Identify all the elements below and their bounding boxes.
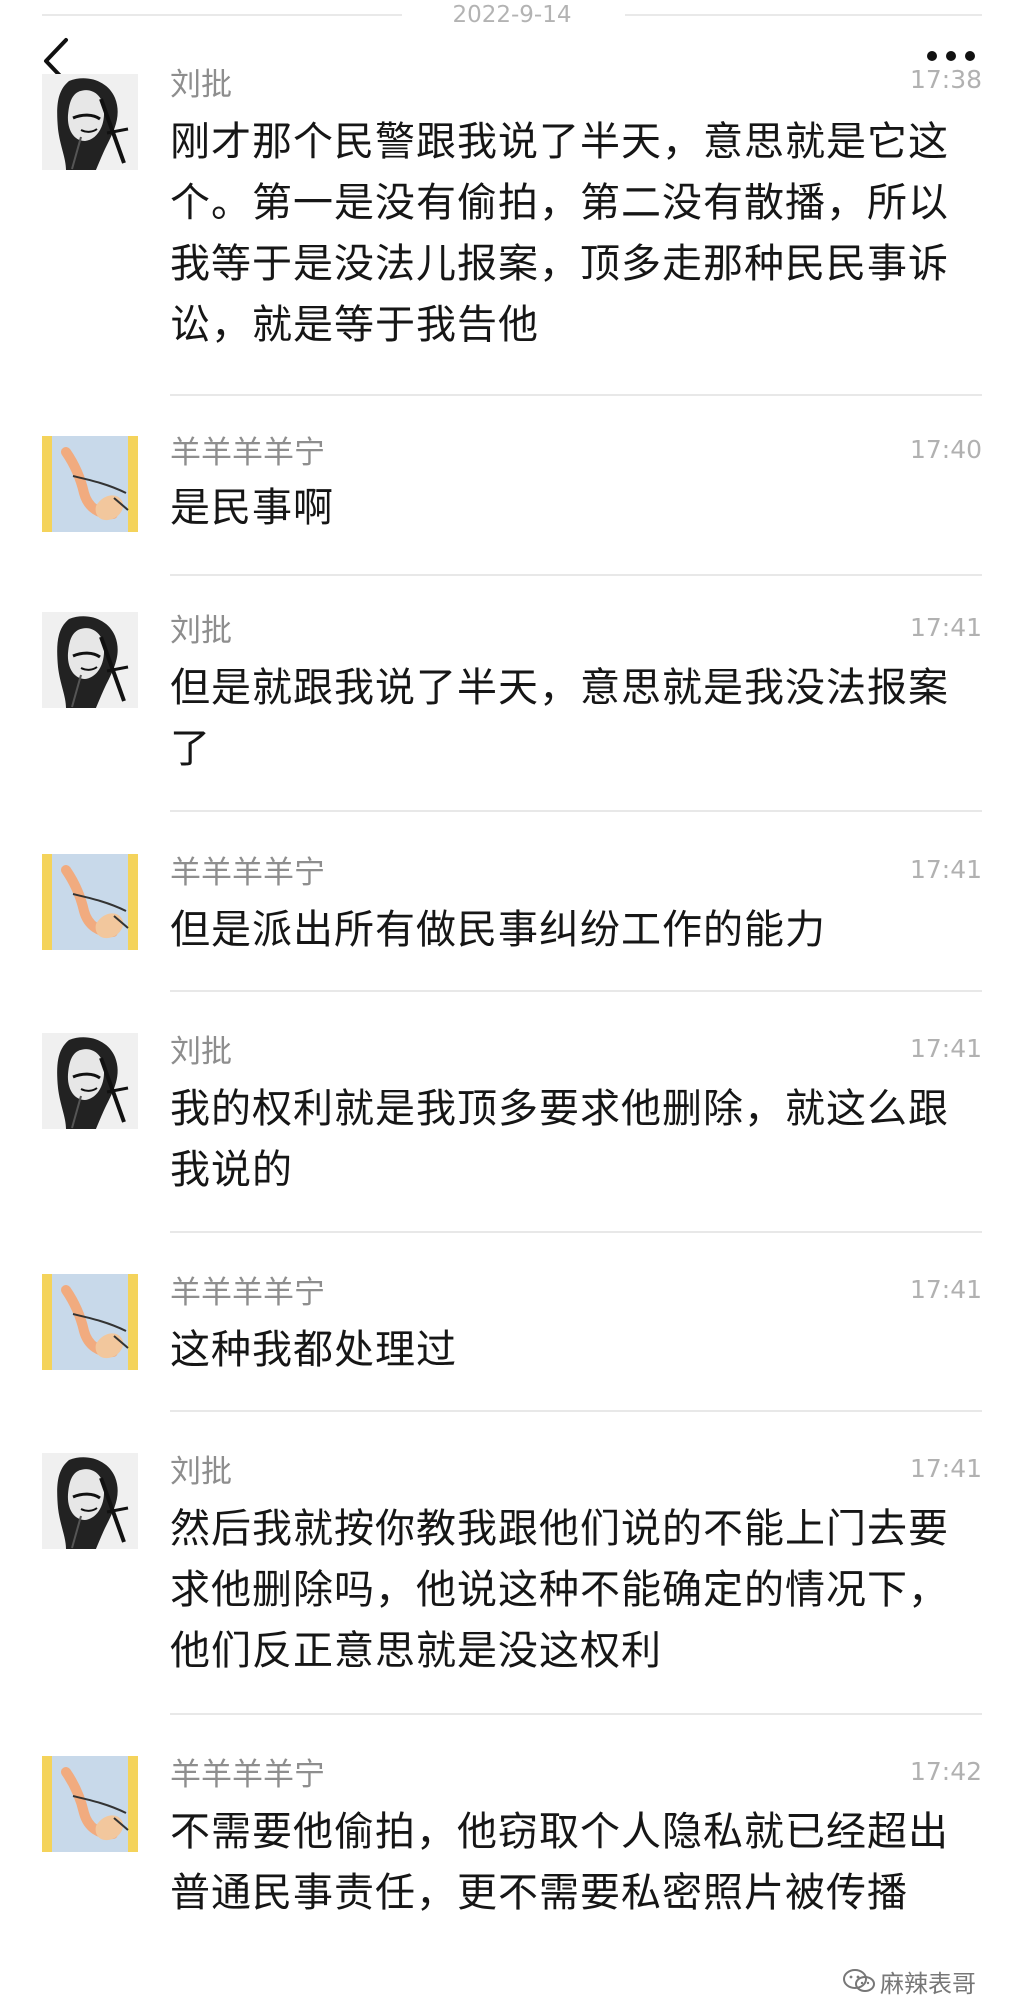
message-separator <box>170 1231 982 1233</box>
more-horizontal-icon <box>927 51 975 61</box>
message-time: 17:41 <box>909 1275 982 1304</box>
message-separator <box>170 810 982 812</box>
message-time: 17:41 <box>909 1454 982 1483</box>
wechat-watermark: 麻辣表哥 <box>842 1961 1002 2001</box>
chat-message: 羊羊羊羊宁 17:41 但是派出所有做民事纠纷工作的能力 <box>0 854 1024 1000</box>
message-separator <box>170 1410 982 1412</box>
chat-message: 刘批 17:41 然后我就按你教我跟他们说的不能上门去要求他删除吗，他说这种不能… <box>0 1453 1024 1723</box>
message-text: 但是派出所有做民事纠纷工作的能力 <box>170 907 826 953</box>
more-button[interactable] <box>924 46 978 66</box>
message-text: 我的权利就是我顶多要求他删除，就这么跟我说的 <box>170 1086 949 1193</box>
message-separator <box>170 574 982 576</box>
chat-message: 刘批 17:41 但是就跟我说了半天，意思就是我没法报案了 <box>0 612 1024 820</box>
message-text: 是民事啊 <box>170 485 334 531</box>
message-sender: 刘批 <box>170 67 232 103</box>
yangning-avatar[interactable] <box>42 854 138 950</box>
message-separator <box>170 990 982 992</box>
yangning-avatar[interactable] <box>42 1756 138 1852</box>
message-text: 这种我都处理过 <box>170 1327 457 1373</box>
date-label: 2022-9-14 <box>452 2 572 28</box>
message-separator <box>170 394 982 396</box>
message-sender: 刘批 <box>170 1034 232 1070</box>
message-sender: 羊羊羊羊宁 <box>170 855 325 891</box>
message-sender: 刘批 <box>170 613 232 649</box>
message-time: 17:41 <box>909 613 982 642</box>
message-sender: 羊羊羊羊宁 <box>170 435 325 471</box>
message-time: 17:42 <box>909 1757 982 1786</box>
liupi-avatar[interactable] <box>42 1453 138 1549</box>
message-sender: 羊羊羊羊宁 <box>170 1275 325 1311</box>
wechat-icon <box>843 1969 875 1992</box>
yangning-avatar[interactable] <box>42 1274 138 1370</box>
message-text: 但是就跟我说了半天，意思就是我没法报案了 <box>170 665 949 772</box>
message-time: 17:41 <box>909 855 982 884</box>
message-time: 17:41 <box>909 1034 982 1063</box>
message-text: 刚才那个民警跟我说了半天，意思就是它这个。第一是没有偷拍，第二没有散播，所以我等… <box>170 119 949 348</box>
message-sender: 羊羊羊羊宁 <box>170 1757 325 1793</box>
liupi-avatar[interactable] <box>42 74 138 170</box>
chat-message: 羊羊羊羊宁 17:41 这种我都处理过 <box>0 1274 1024 1420</box>
message-time: 17:38 <box>909 65 982 94</box>
message-separator <box>170 1713 982 1715</box>
date-divider-right <box>625 14 982 16</box>
yangning-avatar[interactable] <box>42 436 138 532</box>
message-text: 然后我就按你教我跟他们说的不能上门去要求他删除吗，他说这种不能确定的情况下，他们… <box>170 1506 949 1674</box>
date-divider-left <box>42 14 402 16</box>
watermark-text: 麻辣表哥 <box>880 1969 976 1998</box>
chat-message: 刘批 17:41 我的权利就是我顶多要求他删除，就这么跟我说的 <box>0 1033 1024 1241</box>
message-sender: 刘批 <box>170 1454 232 1490</box>
message-text: 不需要他偷拍，他窃取个人隐私就已经超出普通民事责任，更不需要私密照片被传播 <box>170 1809 949 1916</box>
chat-message: 羊羊羊羊宁 17:40 是民事啊 <box>0 434 1024 584</box>
liupi-avatar[interactable] <box>42 612 138 708</box>
message-time: 17:40 <box>909 435 982 464</box>
chat-message: 刘批 17:38 刚才那个民警跟我说了半天，意思就是它这个。第一是没有偷拍，第二… <box>0 64 1024 404</box>
liupi-avatar[interactable] <box>42 1033 138 1129</box>
